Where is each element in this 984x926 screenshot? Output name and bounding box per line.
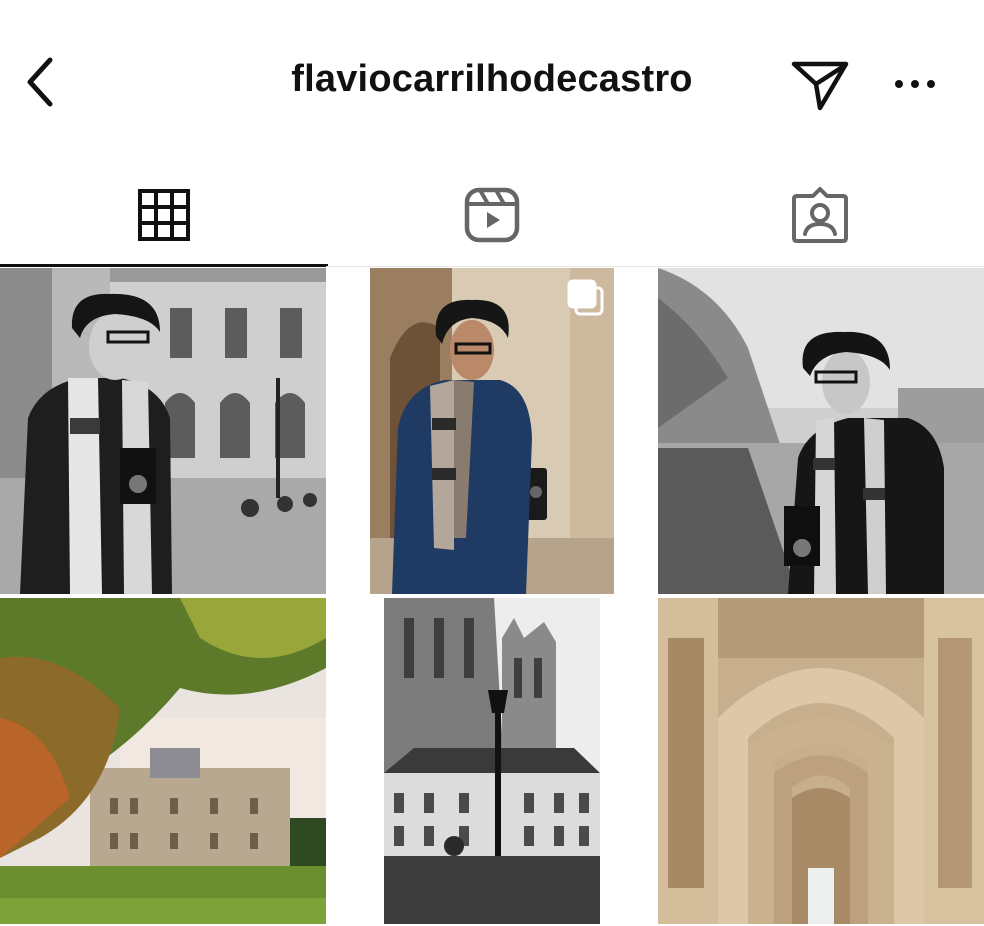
post-image <box>384 598 600 924</box>
paper-plane-icon <box>791 61 849 111</box>
post-thumbnail[interactable] <box>658 598 984 924</box>
tab-divider <box>326 266 984 267</box>
more-options-button[interactable] <box>885 62 945 106</box>
post-thumbnail[interactable] <box>370 268 614 594</box>
grid-icon <box>138 189 190 241</box>
tab-posts[interactable] <box>0 165 328 267</box>
profile-tabs <box>0 165 984 267</box>
multiple-photos-icon <box>566 278 606 318</box>
post-image <box>658 598 984 924</box>
send-message-button[interactable] <box>788 52 852 116</box>
post-thumbnail[interactable] <box>658 268 984 594</box>
post-image <box>658 268 984 594</box>
tagged-person-icon <box>792 187 848 243</box>
tab-reels[interactable] <box>328 165 656 265</box>
post-thumbnail[interactable] <box>0 268 326 594</box>
post-thumbnail[interactable] <box>0 598 326 924</box>
more-horizontal-icon <box>895 80 935 88</box>
post-image <box>0 598 326 924</box>
reels-icon <box>464 187 520 243</box>
post-thumbnail[interactable] <box>384 598 600 924</box>
post-image <box>0 268 326 594</box>
profile-header: flaviocarrilhodecastro <box>0 0 984 165</box>
tab-tagged[interactable] <box>656 165 984 265</box>
